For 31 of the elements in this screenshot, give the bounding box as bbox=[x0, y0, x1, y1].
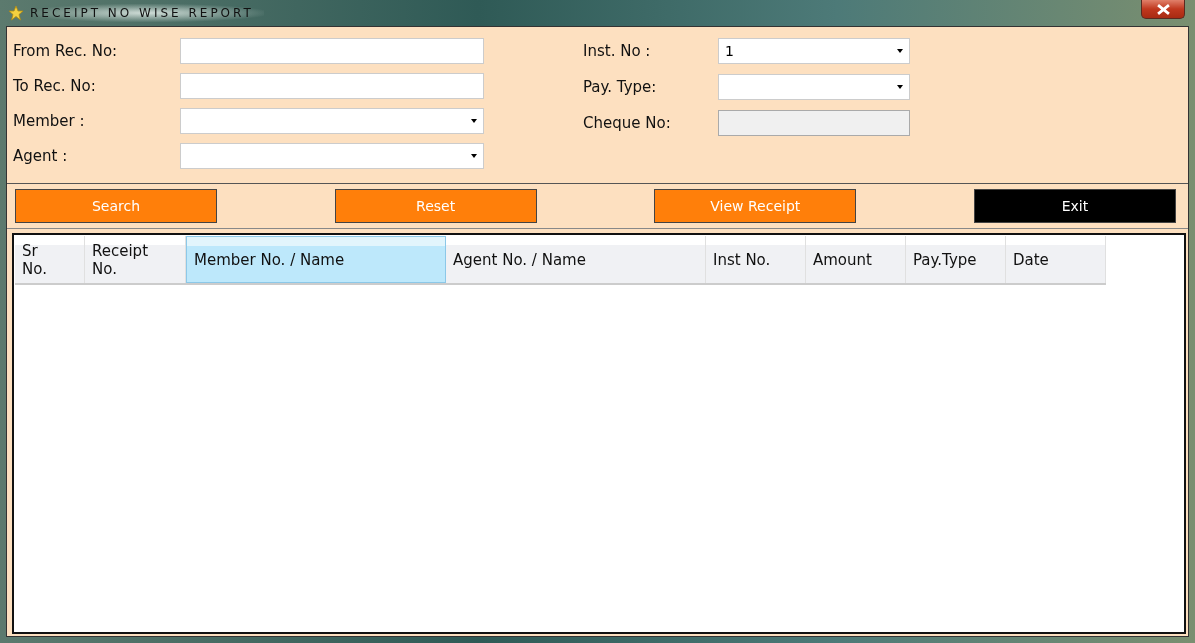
field-label: Pay. Type: bbox=[583, 78, 658, 96]
column-header[interactable]: Receipt No. bbox=[85, 236, 186, 283]
column-header[interactable]: Date bbox=[1006, 236, 1106, 283]
close-button[interactable] bbox=[1141, 0, 1185, 19]
field-label: To Rec. No: bbox=[13, 77, 97, 95]
input-field[interactable] bbox=[180, 73, 484, 99]
input-field[interactable] bbox=[180, 38, 484, 64]
action-button[interactable]: Exit bbox=[973, 189, 1176, 223]
field-label: Member : bbox=[13, 112, 86, 130]
field-value: 1 bbox=[725, 43, 735, 59]
column-header[interactable]: Agent No. / Name bbox=[446, 236, 706, 283]
field-label: Cheque No: bbox=[583, 114, 672, 132]
column-header[interactable]: Inst No. bbox=[706, 236, 806, 283]
close-icon bbox=[1156, 3, 1170, 15]
dropdown-field[interactable] bbox=[180, 108, 484, 134]
field-label: From Rec. No: bbox=[13, 42, 119, 60]
column-header[interactable]: Amount bbox=[806, 236, 906, 283]
dropdown-field[interactable] bbox=[180, 143, 484, 169]
caret-icon bbox=[471, 119, 477, 123]
column-header[interactable]: Member No. / Name bbox=[186, 236, 446, 283]
field-label: Agent : bbox=[13, 147, 69, 165]
dropdown-field[interactable] bbox=[718, 74, 910, 100]
caret-icon bbox=[897, 49, 903, 53]
dropdown-field[interactable]: 1 bbox=[718, 38, 910, 64]
window-title: RECEIPT NO WISE REPORT bbox=[30, 4, 264, 22]
field-label: Inst. No : bbox=[583, 42, 652, 60]
column-header[interactable]: Pay.Type bbox=[906, 236, 1006, 283]
caret-icon bbox=[897, 85, 903, 89]
caret-icon bbox=[471, 154, 477, 158]
star-icon bbox=[8, 5, 24, 21]
column-header[interactable]: Sr No. bbox=[15, 236, 85, 283]
